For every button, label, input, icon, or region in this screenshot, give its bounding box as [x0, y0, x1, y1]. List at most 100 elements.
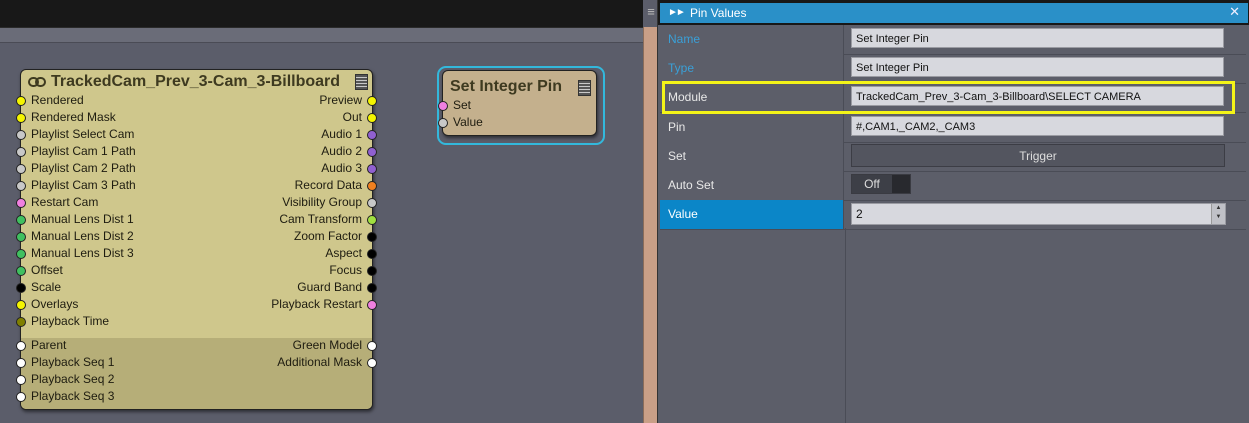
pin-connector-icon[interactable]	[367, 249, 377, 259]
output-pin[interactable]: Visibility Group	[192, 194, 377, 211]
output-pin[interactable]: Record Data	[192, 177, 377, 194]
node-graph-canvas[interactable]: TrackedCam_Prev_3-Cam_3-Billboard Render…	[0, 0, 643, 423]
pin-connector-icon[interactable]	[16, 198, 26, 208]
input-pin[interactable]: Scale	[16, 279, 201, 296]
pin-connector-icon[interactable]	[367, 232, 377, 242]
output-pin[interactable]: Audio 3	[192, 160, 377, 177]
input-pin[interactable]: Rendered Mask	[16, 109, 201, 126]
output-pin[interactable]: Green Model	[192, 337, 377, 354]
output-pin[interactable]: Cam Transform	[192, 211, 377, 228]
pin-connector-icon[interactable]	[16, 266, 26, 276]
spin-arrows-icon[interactable]: ▲ ▼	[1211, 204, 1225, 224]
pin-connector-icon[interactable]	[16, 317, 26, 327]
input-pin[interactable]: Manual Lens Dist 2	[16, 228, 201, 245]
close-icon[interactable]: ✕	[1229, 5, 1240, 19]
auto-set-toggle[interactable]: Off	[851, 174, 911, 194]
input-pin[interactable]: Playback Time	[16, 313, 201, 330]
output-pin[interactable]: Guard Band	[192, 279, 377, 296]
set-integer-pin-node[interactable]: Set Integer Pin Set Value	[438, 70, 597, 136]
pin-connector-icon[interactable]	[16, 130, 26, 140]
input-pin[interactable]: Manual Lens Dist 1	[16, 211, 201, 228]
pin-label: Playlist Cam 1 Path	[31, 144, 136, 158]
menu-icon[interactable]: ≡	[645, 4, 657, 20]
output-pin[interactable]: Focus	[192, 262, 377, 279]
pin-connector-icon[interactable]	[16, 147, 26, 157]
output-pin[interactable]: Additional Mask	[192, 354, 377, 371]
output-pin[interactable]: Preview	[192, 92, 377, 109]
input-pin[interactable]: Set	[438, 97, 573, 114]
pin-connector-icon[interactable]	[16, 232, 26, 242]
input-pin[interactable]: Playback Seq 2	[16, 371, 201, 388]
output-pin[interactable]: Out	[192, 109, 377, 126]
value-spinbox[interactable]: 2 ▲ ▼	[851, 203, 1226, 225]
pin-connector-icon[interactable]	[16, 113, 26, 123]
pin-connector-icon[interactable]	[16, 249, 26, 259]
output-pin[interactable]: Audio 2	[192, 143, 377, 160]
input-pin[interactable]: Offset	[16, 262, 201, 279]
prop-row-set: Set Trigger	[660, 142, 1246, 172]
input-pin[interactable]: Parent	[16, 337, 201, 354]
pin-connector-icon[interactable]	[367, 266, 377, 276]
trigger-button[interactable]: Trigger	[851, 144, 1225, 167]
pin-connector-icon[interactable]	[367, 215, 377, 225]
pin-connector-icon[interactable]	[16, 215, 26, 225]
pin-connector-icon[interactable]	[367, 181, 377, 191]
pin-connector-icon[interactable]	[16, 358, 26, 368]
toggle-state-label: Off	[852, 175, 892, 193]
pin-connector-icon[interactable]	[16, 341, 26, 351]
pin-connector-icon[interactable]	[16, 181, 26, 191]
pin-label: Playlist Cam 3 Path	[31, 178, 136, 192]
pin-connector-icon[interactable]	[367, 96, 377, 106]
pin-connector-icon[interactable]	[367, 300, 377, 310]
name-field[interactable]: Set Integer Pin	[851, 28, 1224, 48]
pin-field[interactable]: #,CAM1,_CAM2,_CAM3	[851, 116, 1224, 136]
input-pin[interactable]: Playlist Cam 3 Path	[16, 177, 201, 194]
pin-connector-icon[interactable]	[367, 358, 377, 368]
pin-connector-icon[interactable]	[16, 375, 26, 385]
pin-label: Visibility Group	[282, 195, 362, 209]
input-pin[interactable]: Overlays	[16, 296, 201, 313]
pin-connector-icon[interactable]	[367, 198, 377, 208]
input-pin[interactable]: Value	[438, 114, 573, 131]
node-menu-icon[interactable]	[578, 80, 591, 96]
output-pin[interactable]: Zoom Factor	[192, 228, 377, 245]
output-pin[interactable]: Aspect	[192, 245, 377, 262]
graph-toolbar	[0, 0, 643, 28]
input-pin[interactable]: Playback Seq 1	[16, 354, 201, 371]
pin-label: Rendered Mask	[31, 110, 116, 124]
pin-connector-icon[interactable]	[438, 118, 448, 128]
pin-connector-icon[interactable]	[367, 130, 377, 140]
pin-connector-icon[interactable]	[16, 300, 26, 310]
input-pin[interactable]: Manual Lens Dist 3	[16, 245, 201, 262]
pin-connector-icon[interactable]	[16, 164, 26, 174]
input-pin[interactable]: Playback Seq 3	[16, 388, 201, 405]
type-field[interactable]: Set Integer Pin	[851, 57, 1224, 77]
pin-label: Record Data	[294, 178, 362, 192]
pin-connector-icon[interactable]	[367, 283, 377, 293]
input-pin[interactable]: Playlist Select Cam	[16, 126, 201, 143]
pin-connector-icon[interactable]	[16, 392, 26, 402]
pin-connector-icon[interactable]	[367, 147, 377, 157]
value-input[interactable]: 2	[856, 204, 863, 224]
pin-connector-icon[interactable]	[16, 96, 26, 106]
pin-connector-icon[interactable]	[438, 101, 448, 111]
pin-label: Cam Transform	[279, 212, 362, 226]
input-pin[interactable]: Rendered	[16, 92, 201, 109]
expand-arrows-icon[interactable]: ►►	[668, 6, 686, 20]
tracked-cam-node[interactable]: TrackedCam_Prev_3-Cam_3-Billboard Render…	[16, 69, 377, 410]
pin-connector-icon[interactable]	[367, 113, 377, 123]
prop-label-auto-set: Auto Set	[660, 171, 844, 200]
pin-connector-icon[interactable]	[367, 164, 377, 174]
input-pin[interactable]: Playlist Cam 2 Path	[16, 160, 201, 177]
module-field[interactable]: TrackedCam_Prev_3-Cam_3-Billboard\SELECT…	[851, 86, 1224, 106]
input-pin[interactable]: Restart Cam	[16, 194, 201, 211]
link-icon	[28, 77, 46, 87]
output-pin[interactable]: Playback Restart	[192, 296, 377, 313]
pin-connector-icon[interactable]	[16, 283, 26, 293]
node-menu-icon[interactable]	[355, 74, 368, 90]
input-pin[interactable]: Playlist Cam 1 Path	[16, 143, 201, 160]
prop-row-auto-set: Auto Set Off	[660, 171, 1246, 201]
panel-splitter[interactable]	[643, 27, 657, 423]
output-pin[interactable]: Audio 1	[192, 126, 377, 143]
pin-connector-icon[interactable]	[367, 341, 377, 351]
